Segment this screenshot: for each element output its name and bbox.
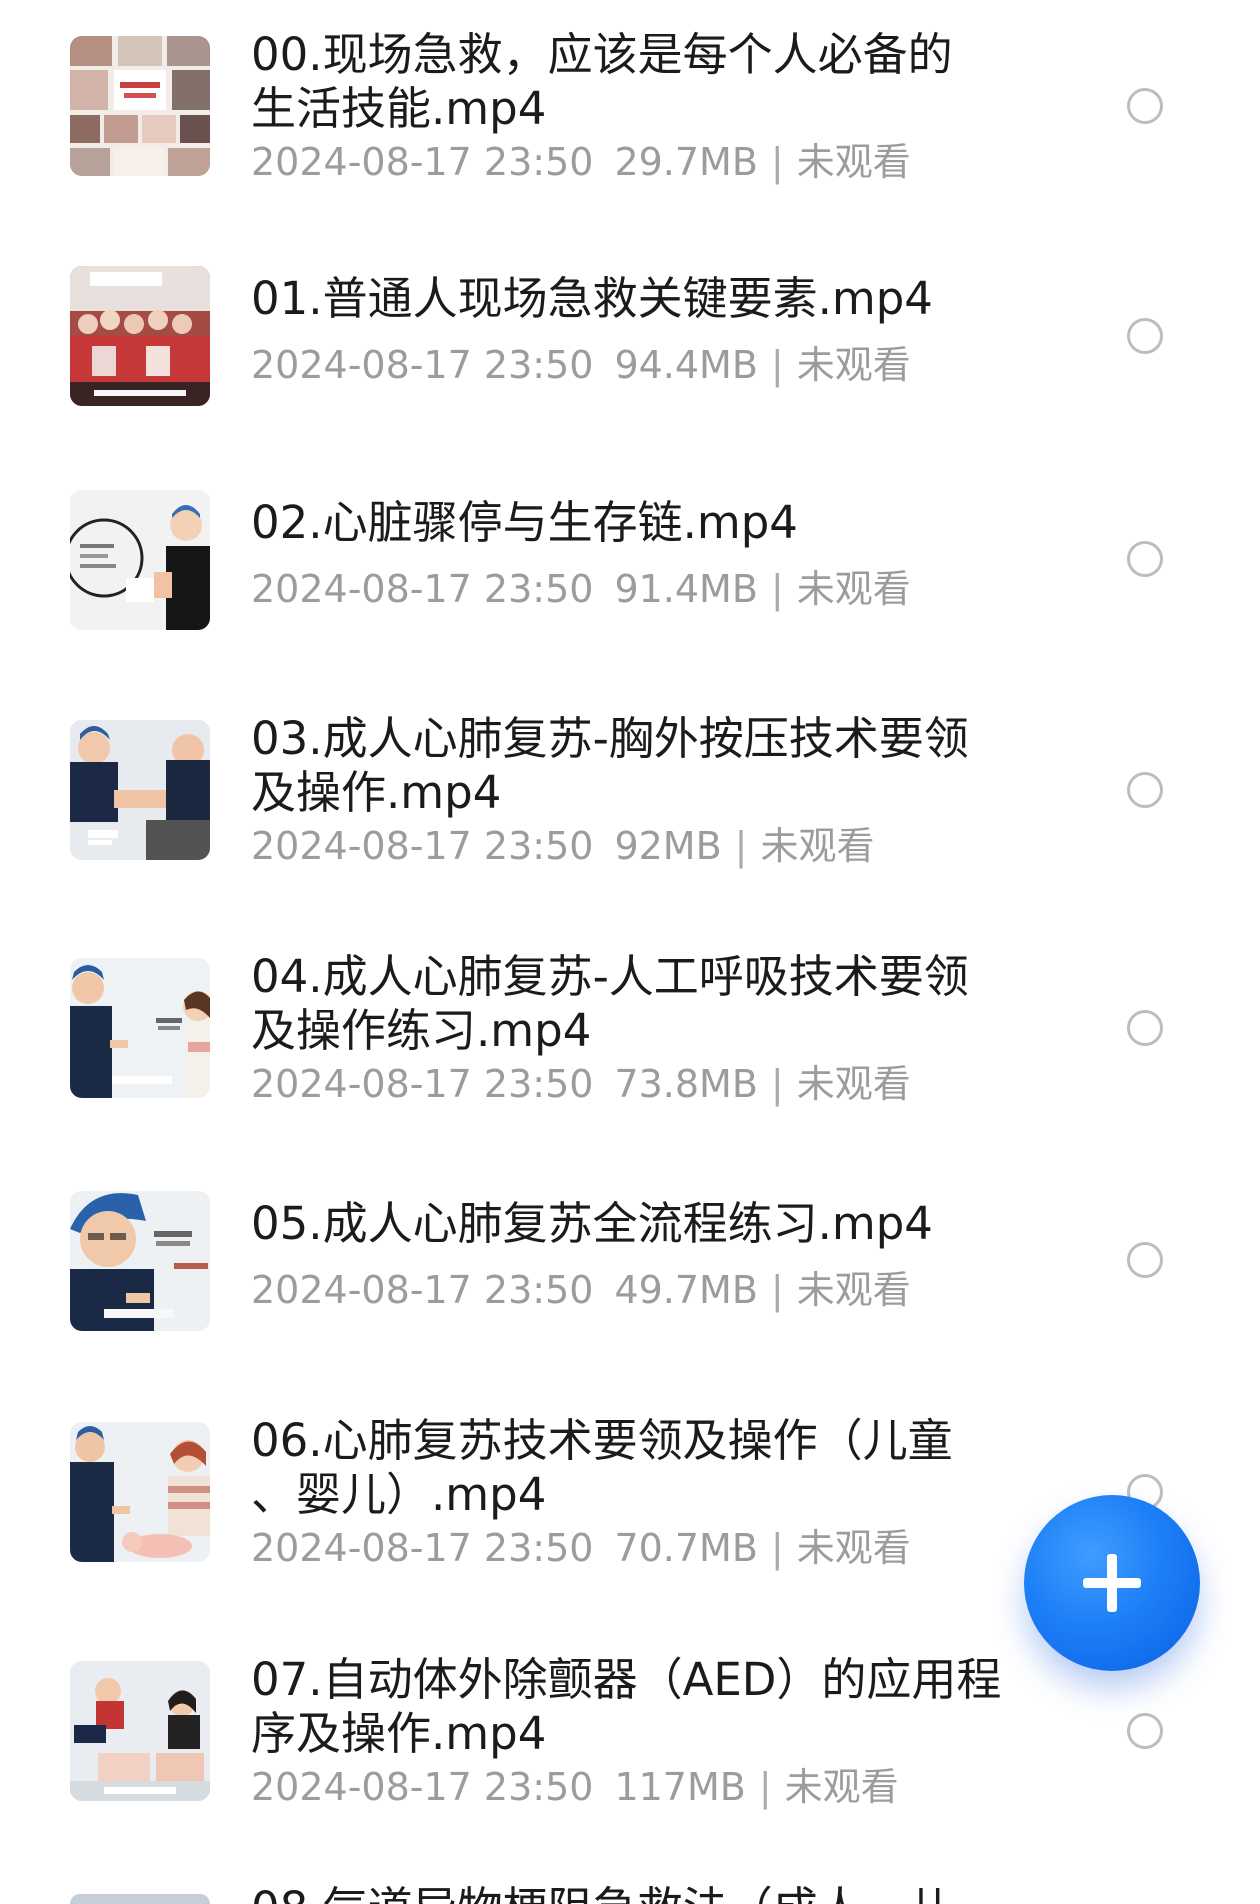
video-thumbnail[interactable] [70,36,210,176]
watch-status: 未观看 [796,1526,911,1570]
watch-status: 未观看 [796,343,911,387]
file-row-00[interactable]: 00.现场急救，应该是每个人必备的 生活技能.mp4 2024-08-17 23… [0,0,1260,220]
watch-status: 未观看 [796,1268,911,1312]
file-date: 2024-08-17 23:50 [251,1268,594,1312]
video-thumbnail-group-photo-icon [70,266,210,406]
file-title: 01.普通人现场急救关键要素.mp4 [251,272,1011,326]
meta-separator: | [770,1062,784,1106]
watch-status: 未观看 [796,140,911,184]
file-title-line-1: 02.心脏骤停与生存链.mp4 [251,496,798,549]
file-size: 94.4MB [614,343,758,387]
select-circle-checkbox[interactable] [1127,1713,1163,1749]
video-thumbnail[interactable] [70,720,210,860]
video-thumbnail[interactable] [70,266,210,406]
select-circle-checkbox[interactable] [1127,772,1163,808]
video-thumbnail[interactable] [70,1661,210,1801]
file-title-partial: 08.气道异物梗阻急救法（成人、儿 [251,1882,1011,1904]
file-title: 03.成人心肺复苏-胸外按压技术要领 及操作.mp4 [251,712,1011,820]
file-size: 73.8MB [614,1062,758,1106]
file-date: 2024-08-17 23:50 [251,1526,594,1570]
file-date: 2024-08-17 23:50 [251,1062,594,1106]
file-size: 70.7MB [614,1526,758,1570]
meta-separator: | [770,1526,784,1570]
file-row-04[interactable]: 04.成人心肺复苏-人工呼吸技术要领 及操作练习.mp4 2024-08-17 … [0,922,1260,1142]
video-thumbnail[interactable] [70,1191,210,1331]
file-title-line-1: 03.成人心肺复苏-胸外按压技术要领 [251,712,969,765]
file-row-01[interactable]: 01.普通人现场急救关键要素.mp4 2024-08-17 23:50 94.4M… [0,230,1260,450]
meta-separator: | [770,343,784,387]
file-meta: 2024-08-17 23:50 92MB | 未观看 [251,823,1011,869]
meta-separator: | [758,1765,772,1809]
watch-status: 未观看 [796,567,911,611]
meta-separator: | [770,140,784,184]
plus-icon [1083,1554,1141,1612]
file-date: 2024-08-17 23:50 [251,1765,594,1809]
file-size: 91.4MB [614,567,758,611]
file-title: 00.现场急救，应该是每个人必备的 生活技能.mp4 [251,28,1011,136]
video-thumbnail[interactable] [70,958,210,1098]
file-meta: 2024-08-17 23:50 94.4MB | 未观看 [251,342,1011,388]
file-title-line-1: 05.成人心肺复苏全流程练习.mp4 [251,1197,933,1250]
file-title-line-2: 及操作练习.mp4 [251,1004,592,1057]
video-thumbnail-speaker-icon [70,1191,210,1331]
file-row-02[interactable]: 02.心脏骤停与生存链.mp4 2024-08-17 23:50 91.4MB | 未… [0,454,1260,674]
file-title: 04.成人心肺复苏-人工呼吸技术要领 及操作练习.mp4 [251,950,1011,1058]
meta-separator: | [734,824,748,868]
file-meta: 2024-08-17 23:50 117MB | 未观看 [251,1764,1011,1810]
file-title-line-1: 06.心肺复苏技术要领及操作（儿童 [251,1414,953,1467]
file-row-05[interactable]: 05.成人心肺复苏全流程练习.mp4 2024-08-17 23:50 49.7M… [0,1155,1260,1375]
file-size: 29.7MB [614,140,758,184]
add-fab-button[interactable] [1024,1495,1200,1671]
file-date: 2024-08-17 23:50 [251,824,594,868]
file-title: 05.成人心肺复苏全流程练习.mp4 [251,1197,1011,1251]
file-title: 06.心肺复苏技术要领及操作（儿童 、婴儿）.mp4 [251,1414,1011,1522]
file-title-line-2: 、婴儿）.mp4 [251,1468,547,1521]
video-thumbnail[interactable] [70,490,210,630]
file-date: 2024-08-17 23:50 [251,343,594,387]
file-row-03[interactable]: 03.成人心肺复苏-胸外按压技术要领 及操作.mp4 2024-08-17 23… [0,684,1260,904]
file-title-line-2: 生活技能.mp4 [251,82,547,135]
watch-status: 未观看 [760,824,875,868]
video-thumbnail-presenter-icon [70,490,210,630]
file-title-line-1: 07.自动体外除颤器（AED）的应用程 [251,1653,1002,1706]
video-thumbnail-partial[interactable] [70,1894,210,1904]
file-size: 49.7MB [614,1268,758,1312]
select-circle-checkbox[interactable] [1127,88,1163,124]
meta-separator: | [770,567,784,611]
file-date: 2024-08-17 23:50 [251,140,594,184]
file-title: 07.自动体外除颤器（AED）的应用程 序及操作.mp4 [251,1653,1011,1761]
video-thumbnail-compression-icon [70,720,210,860]
select-circle-checkbox[interactable] [1127,541,1163,577]
file-meta: 2024-08-17 23:50 73.8MB | 未观看 [251,1061,1011,1107]
file-title: 02.心脏骤停与生存链.mp4 [251,496,1011,550]
file-meta: 2024-08-17 23:50 91.4MB | 未观看 [251,566,1011,612]
video-thumbnail-collage-icon [70,36,210,176]
file-date: 2024-08-17 23:50 [251,567,594,611]
file-meta: 2024-08-17 23:50 29.7MB | 未观看 [251,139,1011,185]
video-thumbnail-infant-cpr-icon [70,1422,210,1562]
video-thumbnail-instructors-icon [70,958,210,1098]
file-title-line-1: 01.普通人现场急救关键要素.mp4 [251,272,933,325]
select-circle-checkbox[interactable] [1127,318,1163,354]
file-title-line-1: 00.现场急救，应该是每个人必备的 [251,28,953,81]
file-title-line-2: 及操作.mp4 [251,766,502,819]
watch-status: 未观看 [784,1765,899,1809]
file-meta: 2024-08-17 23:50 49.7MB | 未观看 [251,1267,1011,1313]
select-circle-checkbox[interactable] [1127,1242,1163,1278]
video-thumbnail[interactable] [70,1422,210,1562]
file-meta: 2024-08-17 23:50 70.7MB | 未观看 [251,1525,1011,1571]
meta-separator: | [770,1268,784,1312]
select-circle-checkbox[interactable] [1127,1010,1163,1046]
video-thumbnail-aed-training-icon [70,1661,210,1801]
file-size: 92MB [614,824,722,868]
watch-status: 未观看 [796,1062,911,1106]
file-title-line-2: 序及操作.mp4 [251,1707,547,1760]
file-title-line-1: 04.成人心肺复苏-人工呼吸技术要领 [251,950,969,1003]
file-size: 117MB [614,1765,746,1809]
